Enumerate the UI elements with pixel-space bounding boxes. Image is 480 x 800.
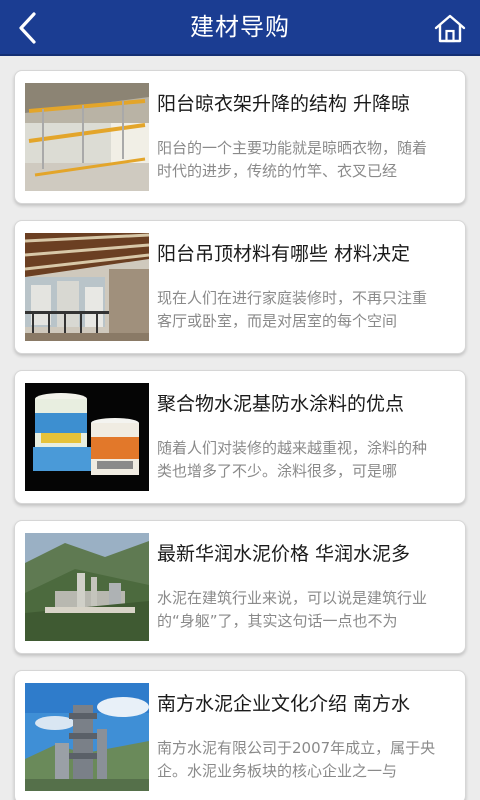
back-button[interactable] bbox=[6, 6, 50, 50]
article-list[interactable]: 阳台晾衣架升降的结构 升降晾 阳台的一个主要功能就是晾晒衣物，随着时代的进步，传… bbox=[0, 56, 480, 800]
article-card[interactable]: 阳台吊顶材料有哪些 材料决定 现在人们在进行家庭装修时，不再只注重客厅或卧室，而… bbox=[14, 220, 466, 354]
article-summary: 阳台的一个主要功能就是晾晒衣物，随着时代的进步，传统的竹竿、衣叉已经 bbox=[157, 139, 428, 180]
waterproof-paint-buckets-photo bbox=[25, 383, 149, 491]
article-summary: 现在人们在进行家庭装修时，不再只注重客厅或卧室，而是对居室的每个空间 bbox=[157, 289, 428, 330]
article-summary: 水泥在建筑行业来说，可以说是建筑行业的“身躯”了，其实这句话一点也不为 bbox=[157, 589, 428, 630]
article-title: 聚合物水泥基防水涂料的优点 bbox=[157, 393, 405, 415]
article-title: 阳台晾衣架升降的结构 升降晾 bbox=[157, 93, 411, 115]
chevron-left-icon bbox=[19, 12, 36, 44]
article-title: 阳台吊顶材料有哪些 材料决定 bbox=[157, 243, 411, 265]
article-card[interactable]: 阳台晾衣架升降的结构 升降晾 阳台的一个主要功能就是晾晒衣物，随着时代的进步，传… bbox=[14, 70, 466, 204]
article-title: 最新华润水泥价格 华润水泥多 bbox=[157, 543, 411, 565]
home-icon bbox=[434, 14, 466, 43]
page-title: 建材导购 bbox=[190, 13, 290, 41]
balcony-clothes-rack-photo bbox=[25, 83, 149, 191]
article-summary: 随着人们对装修的越来越重视，涂料的种类也增多了不少。涂料很多，可是哪 bbox=[157, 439, 428, 480]
article-title: 南方水泥企业文化介绍 南方水 bbox=[157, 693, 411, 715]
article-summary: 南方水泥有限公司于2007年成立，属于央企。水泥业务板块的核心企业之一与 bbox=[157, 739, 436, 780]
article-card[interactable]: 聚合物水泥基防水涂料的优点 随着人们对装修的越来越重视，涂料的种类也增多了不少。… bbox=[14, 370, 466, 504]
balcony-ceiling-photo bbox=[25, 233, 149, 341]
cement-plant-landscape-photo bbox=[25, 533, 149, 641]
cement-factory-tower-photo bbox=[25, 683, 149, 791]
app-header: 建材导购 bbox=[0, 0, 480, 56]
article-card[interactable]: 最新华润水泥价格 华润水泥多 水泥在建筑行业来说，可以说是建筑行业的“身躯”了，… bbox=[14, 520, 466, 654]
home-button[interactable] bbox=[428, 6, 472, 50]
article-card[interactable]: 南方水泥企业文化介绍 南方水 南方水泥有限公司于2007年成立，属于央企。水泥业… bbox=[14, 670, 466, 800]
